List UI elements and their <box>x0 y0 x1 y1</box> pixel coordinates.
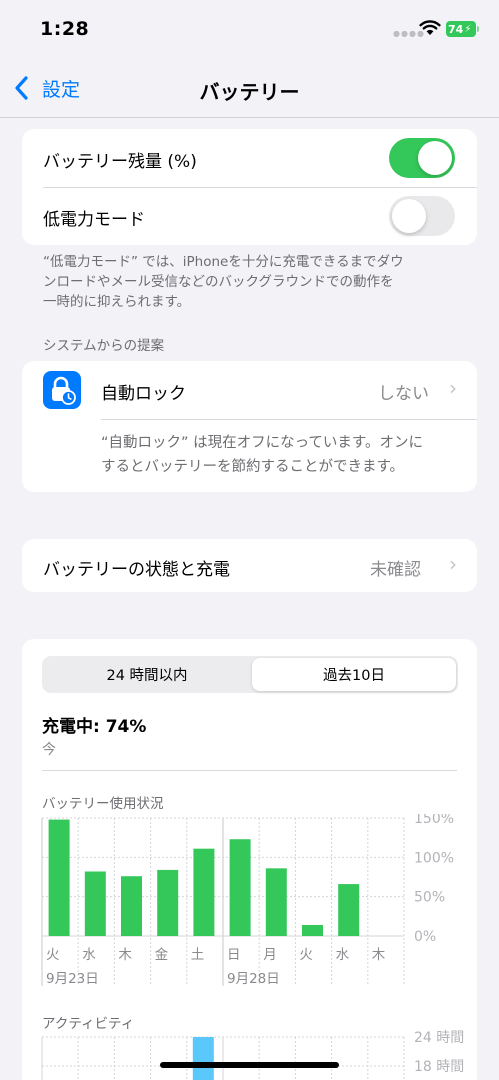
battery-icon: 74 ⚡ <box>446 21 476 37</box>
chevron-right-icon: › <box>449 552 457 576</box>
x-tick-label: 木 <box>372 947 386 963</box>
charging-status: 充電中: 74% <box>42 717 147 737</box>
footnote-line: 一時的に抑えられます。 <box>43 294 191 310</box>
usage-bar <box>157 869 179 936</box>
toggle-knob <box>392 199 426 233</box>
battery-percentage-toggle[interactable] <box>389 138 455 178</box>
wifi-icon <box>419 20 441 35</box>
date-label: 9月28日 <box>227 971 280 987</box>
usage-bar <box>229 839 251 936</box>
activity-chart: 24 時間 18 時間 <box>41 1030 464 1080</box>
y-tick-label: 100% <box>414 850 454 866</box>
auto-lock-value: しない <box>378 384 429 404</box>
x-tick-label: 火 <box>46 947 60 963</box>
low-power-mode-label: 低電力モード <box>43 210 145 230</box>
battery-settings-card: バッテリー残量 (%) 低電力モード <box>22 129 477 245</box>
lock-glyph <box>52 376 76 405</box>
battery-usage-card: 24 時間以内 過去10日 充電中: 74% 今 バッテリー使用状況 150% 1… <box>22 639 477 1080</box>
x-tick-label: 水 <box>82 947 96 963</box>
x-tick-label: 日 <box>227 947 241 963</box>
footnote-line: ンロードやメール受信などのバックグラウンドでの動作を <box>43 274 394 290</box>
auto-lock-label: 自動ロック <box>101 384 186 404</box>
note-line: するとバッテリーを節約することができます。 <box>101 459 405 475</box>
x-tick-label: 土 <box>191 947 205 963</box>
usage-bar <box>193 848 215 936</box>
y-tick-label: 24 時間 <box>414 1030 464 1046</box>
footnote-line: “低電力モード” では、iPhoneを十分に充電できるまでダウ <box>43 254 404 270</box>
x-tick-label: 金 <box>155 947 169 963</box>
page-title: バッテリー <box>199 80 300 104</box>
divider <box>42 770 457 771</box>
note-line: “自動ロック” は現在オフになっています。オンに <box>101 435 423 451</box>
battery-health-label: バッテリーの状態と充電 <box>43 560 230 580</box>
battery-nub <box>477 26 479 32</box>
low-power-footnote: “低電力モード” では、iPhoneを十分に充電できるまでダウ ンロードやメール… <box>43 252 463 312</box>
y-tick-label: 18 時間 <box>414 1059 464 1075</box>
usage-chart-title: バッテリー使用状況 <box>42 796 164 812</box>
battery-percentage-row: バッテリー残量 (%) <box>22 129 477 187</box>
y-tick-label: 50% <box>414 890 445 906</box>
status-time: 1:28 <box>40 18 90 40</box>
usage-bar <box>84 871 106 936</box>
battery-level: 74 <box>448 22 464 36</box>
auto-lock-card: 自動ロック しない › “自動ロック” は現在オフになっています。オンに すると… <box>22 361 477 492</box>
usage-bar <box>302 924 323 936</box>
x-tick-label: 月 <box>263 947 277 963</box>
auto-lock-row[interactable]: 自動ロック しない › <box>22 361 477 419</box>
status-bar: 1:28 ●●●● 74 ⚡ <box>0 0 499 62</box>
battery-usage-chart: 150% 100% 50% 0% 火 水 木 金 土 日 月 火 水 木 9月23日 9月28日 <box>41 814 454 987</box>
low-power-mode-toggle[interactable] <box>389 196 455 236</box>
lock-clock-icon <box>43 371 81 409</box>
x-tick-label: 火 <box>299 947 313 963</box>
usage-bar <box>121 876 142 936</box>
tab-24-hours[interactable]: 24 時間以内 <box>44 658 250 691</box>
divider <box>101 419 477 420</box>
tab-10-days[interactable]: 過去10日 <box>252 658 456 691</box>
toggle-knob <box>418 141 452 175</box>
navigation-bar: 設定 バッテリー <box>0 62 499 118</box>
usage-bar <box>48 819 70 936</box>
y-tick-label: 0% <box>414 929 436 945</box>
usage-bar <box>338 884 360 936</box>
chevron-right-icon: › <box>449 376 457 400</box>
battery-health-value: 未確認 <box>370 560 421 580</box>
charging-bolt-icon: ⚡ <box>464 23 472 35</box>
low-power-mode-row: 低電力モード <box>22 187 477 245</box>
date-label: 9月23日 <box>46 971 99 987</box>
battery-percentage-label: バッテリー残量 (%) <box>43 152 197 172</box>
x-tick-label: 木 <box>118 947 132 963</box>
auto-lock-note: “自動ロック” は現在オフになっています。オンに するとバッテリーを節約すること… <box>101 431 423 479</box>
time-range-segmented-control: 24 時間以内 過去10日 <box>42 656 458 693</box>
x-tick-label: 水 <box>336 947 350 963</box>
charging-time: 今 <box>42 742 56 758</box>
activity-bar <box>192 1037 214 1080</box>
usage-bar <box>265 868 287 936</box>
y-tick-label: 150% <box>414 814 454 827</box>
battery-health-row[interactable]: バッテリーの状態と充電 未確認 › <box>22 539 477 592</box>
home-indicator <box>160 1062 339 1068</box>
suggestions-header: システムからの提案 <box>43 338 165 354</box>
